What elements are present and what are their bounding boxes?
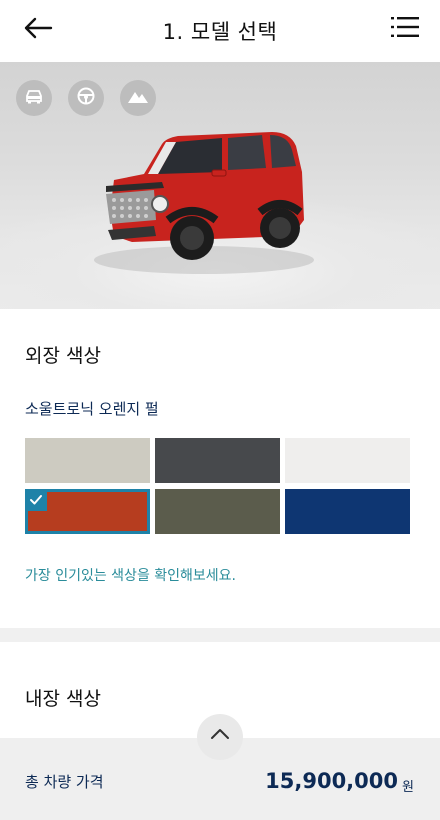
color-swatch[interactable] <box>285 489 410 534</box>
color-swatch[interactable] <box>155 438 280 483</box>
selected-color-name: 소울트로닉 오렌지 펄 <box>25 400 159 418</box>
page-title: 1. 모델 선택 <box>162 20 278 44</box>
check-icon <box>25 489 47 511</box>
interior-color-title: 내장 색상 <box>25 688 101 710</box>
menu-button[interactable] <box>388 13 422 45</box>
expand-footer-button[interactable] <box>197 714 243 760</box>
total-price-value: 15,900,000 <box>265 769 398 793</box>
color-swatch[interactable] <box>25 489 150 534</box>
color-swatch[interactable] <box>155 489 280 534</box>
header: 1. 모델 선택 <box>0 0 440 62</box>
exterior-view-icon <box>24 88 44 108</box>
section-divider <box>0 628 440 642</box>
menu-list-icon <box>391 15 419 43</box>
exterior-view-button[interactable] <box>16 80 52 116</box>
color-swatch[interactable] <box>285 438 410 483</box>
currency-unit: 원 <box>402 780 414 795</box>
popular-colors-link[interactable]: 가장 인기있는 색상을 확인해보세요. <box>25 565 236 585</box>
exterior-color-section: 외장 색상 소울트로닉 오렌지 펄 가장 인기있는 색상을 확인해보세요. <box>0 309 440 628</box>
color-swatch[interactable] <box>25 438 150 483</box>
car-image <box>92 102 322 286</box>
total-price-label: 총 차량 가격 <box>25 773 104 791</box>
car-viewer[interactable] <box>0 62 440 309</box>
chevron-up-icon <box>210 725 230 744</box>
exterior-color-title: 외장 색상 <box>25 345 101 367</box>
